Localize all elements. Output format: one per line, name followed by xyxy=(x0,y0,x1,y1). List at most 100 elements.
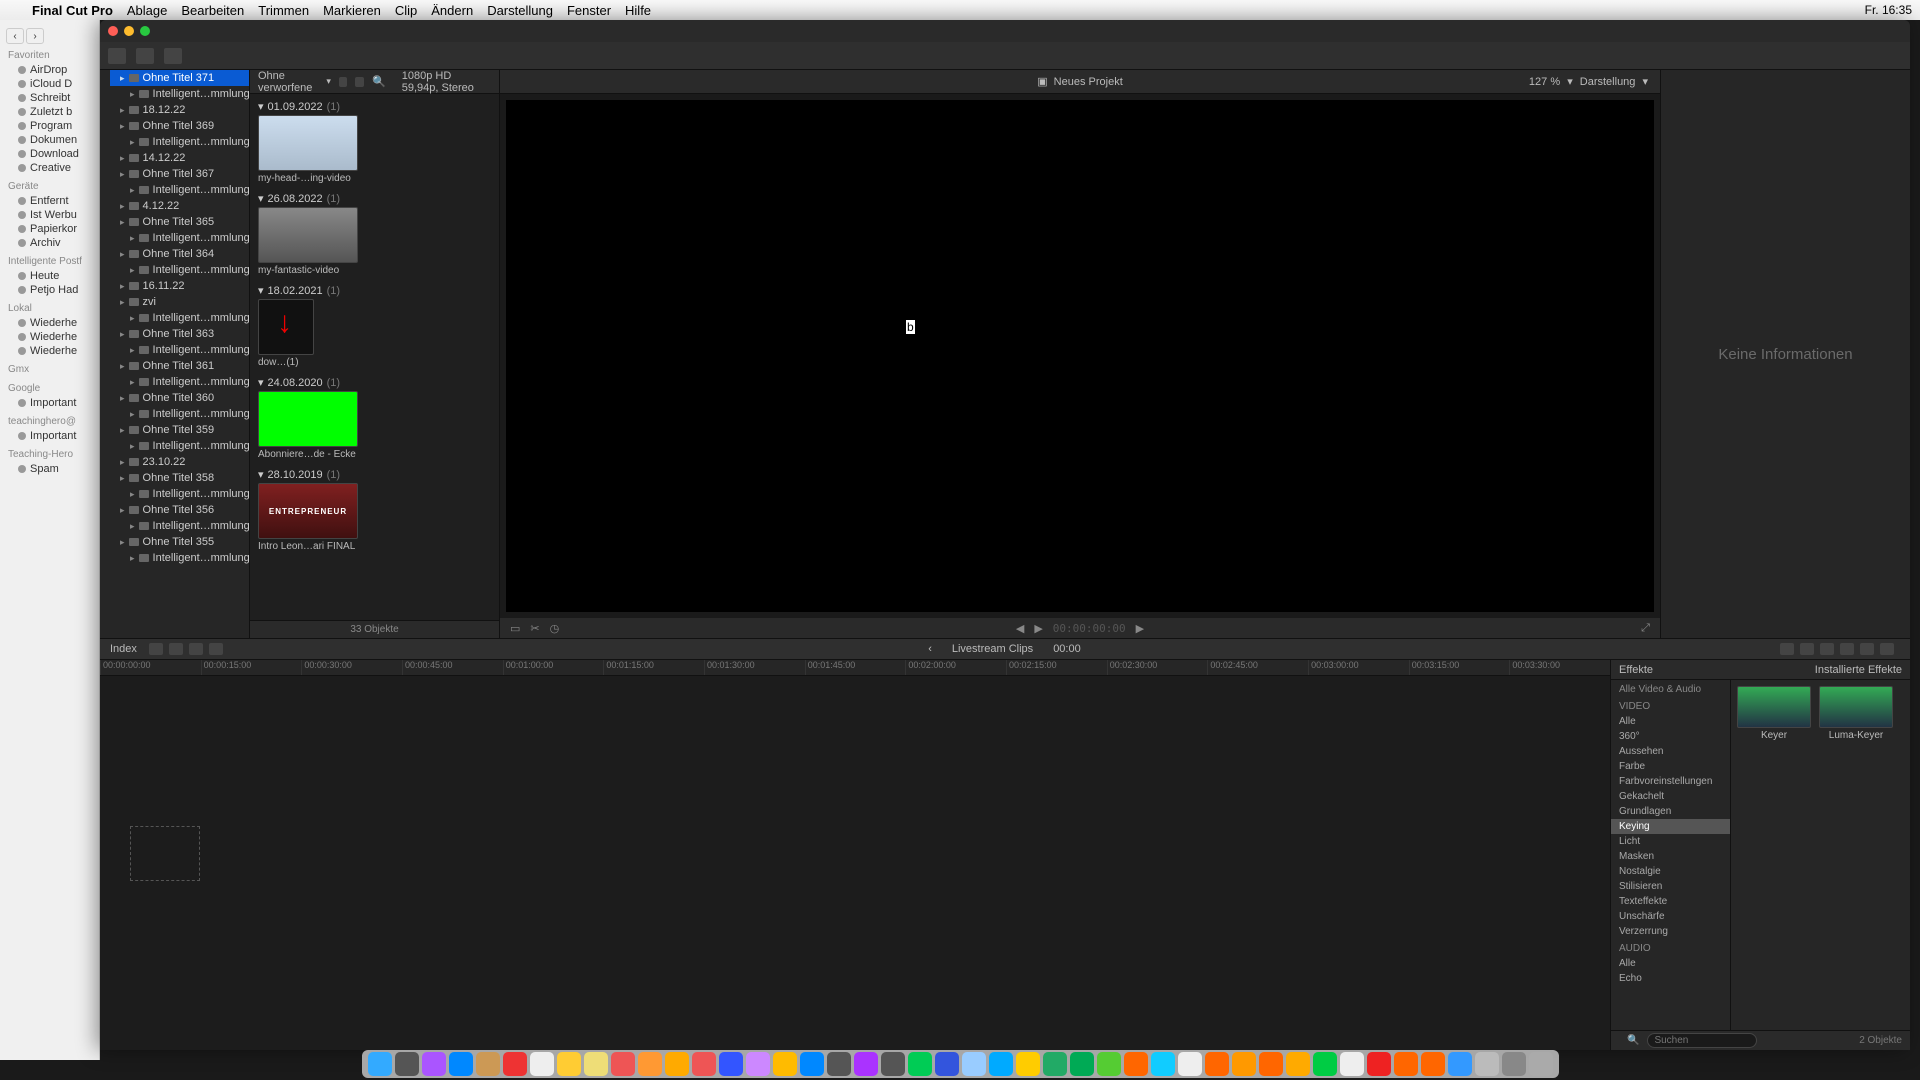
effect-category[interactable]: Unschärfe xyxy=(1611,909,1730,924)
effect-category[interactable]: Farbe xyxy=(1611,759,1730,774)
library-item[interactable]: ▸Intelligent…mmlungen xyxy=(120,134,249,150)
dock-app-icon[interactable] xyxy=(1367,1052,1391,1076)
library-item[interactable]: ▸Intelligent…mmlungen xyxy=(120,406,249,422)
ruler-tick[interactable]: 00:02:45:00 xyxy=(1207,660,1308,675)
finder-item[interactable]: Wiederhe xyxy=(0,344,99,358)
clip[interactable]: my-head-…ing-video xyxy=(258,115,358,184)
next-frame-icon[interactable]: ▶ xyxy=(1136,622,1144,635)
finder-item[interactable]: Creative xyxy=(0,161,99,175)
dock-app-icon[interactable] xyxy=(1043,1052,1067,1076)
library-item[interactable]: ▸4.12.22 xyxy=(110,198,249,214)
ruler-tick[interactable]: 00:01:15:00 xyxy=(603,660,704,675)
browser-filter[interactable]: Ohne verworfene xyxy=(258,70,318,94)
finder-item[interactable]: Archiv xyxy=(0,236,99,250)
dock-app-icon[interactable] xyxy=(530,1052,554,1076)
finder-item[interactable]: Important xyxy=(0,429,99,443)
dock-app-icon[interactable] xyxy=(1016,1052,1040,1076)
dock-app-icon[interactable] xyxy=(476,1052,500,1076)
dock-app-icon[interactable] xyxy=(638,1052,662,1076)
ruler-tick[interactable]: 00:01:45:00 xyxy=(805,660,906,675)
dock-app-icon[interactable] xyxy=(503,1052,527,1076)
ruler-tick[interactable]: 00:02:15:00 xyxy=(1006,660,1107,675)
clip-thumbnail[interactable] xyxy=(258,115,358,171)
window-minimize[interactable] xyxy=(124,26,134,36)
library-item[interactable]: ▸14.12.22 xyxy=(110,150,249,166)
dock-app-icon[interactable] xyxy=(908,1052,932,1076)
dock-app-icon[interactable] xyxy=(1529,1052,1553,1076)
library-item[interactable]: ▸23.10.22 xyxy=(110,454,249,470)
tl-opt-1[interactable] xyxy=(1780,643,1794,655)
finder-back[interactable]: ‹ xyxy=(6,28,24,44)
library-item[interactable]: ▸Ohne Titel 359 xyxy=(110,422,249,438)
library-item[interactable]: ▸Ohne Titel 363 xyxy=(110,326,249,342)
library-item[interactable]: ▸Ohne Titel 356 xyxy=(110,502,249,518)
library-item[interactable]: ▸Ohne Titel 365 xyxy=(110,214,249,230)
finder-item[interactable]: Important xyxy=(0,396,99,410)
retime-icon[interactable]: ◷ xyxy=(550,622,560,635)
effect-category[interactable]: Alle xyxy=(1611,714,1730,729)
ruler-tick[interactable]: 00:03:30:00 xyxy=(1509,660,1610,675)
finder-item[interactable]: AirDrop xyxy=(0,63,99,77)
dock-app-icon[interactable] xyxy=(1124,1052,1148,1076)
library-sidebar[interactable]: ▸Ohne Titel 371▸Intelligent…mmlungen▸18.… xyxy=(100,70,250,638)
fullscreen-icon[interactable]: ⤢ xyxy=(1641,622,1650,635)
effects-items[interactable]: KeyerLuma-Keyer xyxy=(1731,680,1910,1030)
dock-app-icon[interactable] xyxy=(422,1052,446,1076)
library-item[interactable]: ▸Ohne Titel 371 xyxy=(110,70,249,86)
timeline-back-icon[interactable]: ‹ xyxy=(928,643,932,655)
ruler-tick[interactable]: 00:02:30:00 xyxy=(1107,660,1208,675)
dock-app-icon[interactable] xyxy=(1286,1052,1310,1076)
finder-item[interactable]: Papierkor xyxy=(0,222,99,236)
clip-thumbnail[interactable] xyxy=(258,207,358,263)
dock-app-icon[interactable] xyxy=(1178,1052,1202,1076)
menu-ändern[interactable]: Ändern xyxy=(431,3,473,18)
finder-item[interactable]: Program xyxy=(0,119,99,133)
timeline-ruler[interactable]: 00:00:00:0000:00:15:0000:00:30:0000:00:4… xyxy=(100,660,1610,676)
finder-item[interactable]: iCloud D xyxy=(0,77,99,91)
effect-category[interactable]: 360° xyxy=(1611,729,1730,744)
finder-item[interactable]: Entfernt xyxy=(0,194,99,208)
clip-thumbnail[interactable]: ENTREPRENEUR xyxy=(258,483,358,539)
viewer-view-menu[interactable]: Darstellung xyxy=(1580,76,1636,88)
browser-date-header[interactable]: ▾28.10.2019 (1) xyxy=(258,466,491,483)
ruler-tick[interactable]: 00:01:00:00 xyxy=(503,660,604,675)
dock-app-icon[interactable] xyxy=(881,1052,905,1076)
tl-opt-3[interactable] xyxy=(1820,643,1834,655)
titles-icon[interactable] xyxy=(164,48,182,64)
viewer-canvas[interactable]: b xyxy=(506,100,1654,612)
effect-category[interactable]: Aussehen xyxy=(1611,744,1730,759)
library-item[interactable]: ▸Intelligent…mmlungen xyxy=(120,550,249,566)
finder-item[interactable]: Ist Werbu xyxy=(0,208,99,222)
library-item[interactable]: ▸Ohne Titel 358 xyxy=(110,470,249,486)
dock-app-icon[interactable] xyxy=(962,1052,986,1076)
ruler-tick[interactable]: 00:00:45:00 xyxy=(402,660,503,675)
effect-category[interactable]: Farbvoreinstellungen xyxy=(1611,774,1730,789)
tl-opt-6[interactable] xyxy=(1880,643,1894,655)
dock-app-icon[interactable] xyxy=(773,1052,797,1076)
clip-thumbnail[interactable] xyxy=(258,299,314,355)
tl-tool-2[interactable] xyxy=(169,643,183,655)
play-icon[interactable]: ▶ xyxy=(1034,622,1042,635)
menu-ablage[interactable]: Ablage xyxy=(127,3,167,18)
timeline[interactable]: 00:00:00:0000:00:15:0000:00:30:0000:00:4… xyxy=(100,660,1610,1050)
effect-category[interactable]: Licht xyxy=(1611,834,1730,849)
effect-category[interactable]: Nostalgie xyxy=(1611,864,1730,879)
clip[interactable]: my-fantastic-video xyxy=(258,207,358,276)
ruler-tick[interactable]: 00:01:30:00 xyxy=(704,660,805,675)
library-item[interactable]: ▸Ohne Titel 361 xyxy=(110,358,249,374)
library-item[interactable]: ▸Intelligent…mmlungen xyxy=(120,262,249,278)
browser-date-header[interactable]: ▾18.02.2021 (1) xyxy=(258,282,491,299)
library-item[interactable]: ▸Intelligent…mmlungen xyxy=(120,374,249,390)
effect-category[interactable]: Masken xyxy=(1611,849,1730,864)
dock-app-icon[interactable] xyxy=(611,1052,635,1076)
dock-app-icon[interactable] xyxy=(854,1052,878,1076)
ruler-tick[interactable]: 00:00:30:00 xyxy=(301,660,402,675)
finder-item[interactable]: Schreibt xyxy=(0,91,99,105)
tl-tool-4[interactable] xyxy=(209,643,223,655)
dock-app-icon[interactable] xyxy=(692,1052,716,1076)
dock-app-icon[interactable] xyxy=(1070,1052,1094,1076)
finder-item[interactable]: Wiederhe xyxy=(0,330,99,344)
menu-fenster[interactable]: Fenster xyxy=(567,3,611,18)
dock-app-icon[interactable] xyxy=(1205,1052,1229,1076)
timeline-body[interactable] xyxy=(100,676,1610,1050)
